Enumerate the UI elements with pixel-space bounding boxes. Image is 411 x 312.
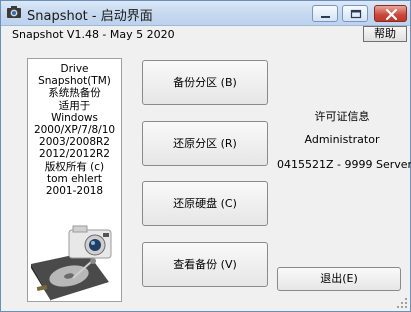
info-line: 2001-2018 <box>45 185 104 198</box>
backup-partition-button[interactable]: 备份分区 (B) <box>142 60 268 105</box>
close-button[interactable] <box>374 5 407 22</box>
info-line: Drive <box>60 63 89 75</box>
info-line: Snapshot(TM) <box>38 75 111 88</box>
restore-partition-button[interactable]: 还原分区 (R) <box>142 121 268 166</box>
view-backup-button[interactable]: 查看备份 (V) <box>142 242 268 287</box>
window-title: Snapshot - 启动界面 <box>27 9 153 24</box>
status-bar <box>1 295 410 311</box>
minimize-icon <box>321 16 330 18</box>
info-line: 2012/2012R2 <box>39 148 110 161</box>
camera-harddisk-image <box>31 225 112 301</box>
version-label: Snapshot V1.48 - May 5 2020 <box>12 28 175 41</box>
title-bar[interactable]: Snapshot - 启动界面 <box>1 1 410 26</box>
info-line: 版权所有 (c) <box>44 160 105 173</box>
minimize-button[interactable] <box>312 5 338 22</box>
resize-grip-icon[interactable] <box>395 296 409 310</box>
product-info-text: Drive Snapshot(TM) 系统热备份 适用于 Windows 200… <box>28 59 121 197</box>
main-window: Snapshot - 启动界面 Snapshot V1.48 - May 5 2… <box>0 0 411 312</box>
exit-button[interactable]: 退出(E) <box>277 267 401 291</box>
info-line: tom ehlert <box>46 172 103 185</box>
license-heading: 许可证信息 <box>314 110 370 123</box>
license-serial: 0415521Z - 9999 Servers <box>277 158 411 171</box>
maximize-button[interactable] <box>342 5 368 22</box>
info-line: 2003/2008R2 <box>39 136 110 149</box>
restore-disk-button[interactable]: 还原硬盘 (C) <box>142 181 268 226</box>
product-info-panel: Drive Snapshot(TM) 系统热备份 适用于 Windows 200… <box>27 58 122 302</box>
maximize-icon <box>350 9 362 19</box>
license-owner: Administrator <box>304 133 380 146</box>
info-line: 适用于 <box>58 99 91 112</box>
info-line: Windows <box>51 111 98 124</box>
help-button[interactable]: 帮助 <box>363 26 407 42</box>
info-line: 系统热备份 <box>48 87 101 100</box>
close-icon <box>385 8 398 21</box>
info-line: 2000/XP/7/8/10 <box>33 124 116 137</box>
app-camera-icon <box>7 6 21 18</box>
